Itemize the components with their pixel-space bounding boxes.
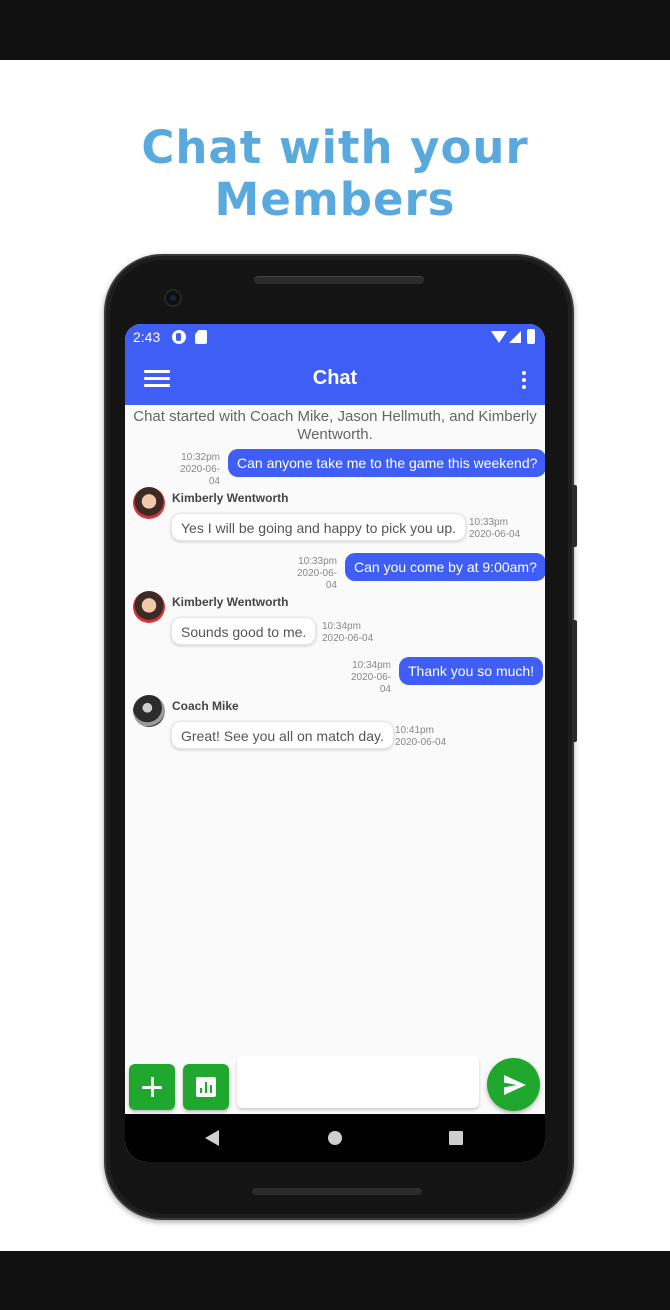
data-saver-icon (172, 330, 186, 344)
battery-icon (527, 329, 535, 344)
message-timestamp: 10:34pm 2020-06-04 (350, 660, 391, 695)
message-timestamp: 10:34pm 2020-06-04 (322, 621, 374, 644)
sender-name: Kimberly Wentworth (172, 491, 289, 505)
phone-earpiece (254, 276, 424, 284)
app-bar: Chat (125, 351, 545, 405)
status-time: 2:43 (133, 329, 161, 345)
avatar[interactable] (133, 487, 165, 519)
add-attachment-button[interactable] (129, 1064, 175, 1110)
nav-back-icon[interactable] (205, 1130, 219, 1146)
top-band (0, 0, 670, 60)
incoming-message[interactable]: Great! See you all on match day. (171, 721, 394, 749)
more-vert-icon[interactable] (521, 371, 527, 391)
promo-headline: Chat with your Members (0, 122, 670, 226)
nav-recents-icon[interactable] (449, 1131, 463, 1145)
outgoing-message[interactable]: Can anyone take me to the game this week… (228, 449, 545, 477)
avatar[interactable] (133, 591, 165, 623)
status-bar: 2:43 (125, 324, 545, 351)
outgoing-message[interactable]: Thank you so much! (399, 657, 544, 685)
message-input[interactable] (237, 1056, 479, 1108)
system-nav-bar (125, 1114, 545, 1162)
sender-name: Coach Mike (172, 699, 239, 713)
message-timestamp: 10:33pm 2020-06-04 (296, 556, 337, 591)
nav-home-icon[interactable] (328, 1131, 342, 1145)
cell-signal-icon (509, 331, 521, 343)
bar-chart-icon (196, 1077, 216, 1097)
create-poll-button[interactable] (183, 1064, 229, 1110)
sender-name: Kimberly Wentworth (172, 595, 289, 609)
outgoing-message[interactable]: Can you come by at 9:00am? (345, 553, 545, 581)
sd-card-icon (195, 330, 207, 344)
chat-started-notice: Chat started with Coach Mike, Jason Hell… (133, 408, 537, 443)
page-title: Chat (312, 367, 358, 389)
incoming-message[interactable]: Yes I will be going and happy to pick yo… (171, 513, 467, 541)
phone-speaker (252, 1188, 422, 1195)
send-button[interactable] (487, 1058, 540, 1111)
wifi-icon (491, 331, 507, 343)
message-timestamp: 10:33pm 2020-06-04 (469, 517, 521, 540)
phone-volume-button (572, 620, 577, 742)
phone-screen: 2:43 Chat Chat started with Coach Mike, … (125, 324, 545, 1162)
phone-power-button (572, 485, 577, 547)
message-timestamp: 10:32pm 2020-06-04 (179, 452, 220, 487)
headline-line-2: Members (214, 173, 456, 226)
message-composer (125, 1054, 545, 1114)
message-timestamp: 10:41pm 2020-06-04 (395, 725, 447, 748)
promo-page: Chat with your Members 2:43 Chat Chat st… (0, 0, 670, 1310)
front-camera-icon (164, 289, 182, 307)
bottom-band (0, 1251, 670, 1310)
avatar[interactable] (133, 695, 165, 727)
send-icon (504, 1075, 526, 1095)
incoming-message[interactable]: Sounds good to me. (171, 617, 317, 645)
headline-line-1: Chat with your (141, 121, 529, 174)
